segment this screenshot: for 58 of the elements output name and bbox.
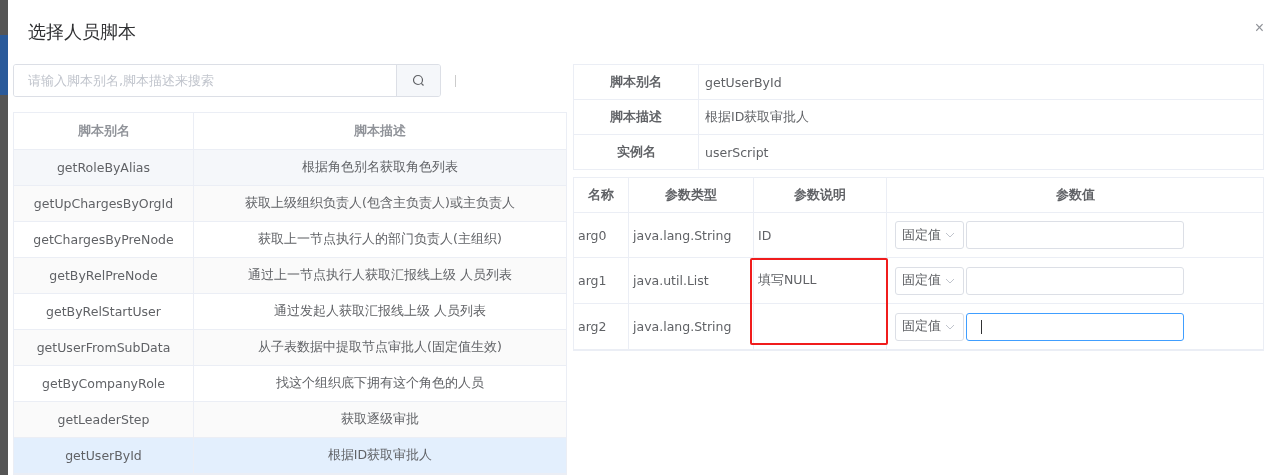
table-cell: arg1 [574,258,629,303]
search-field[interactable]: 请输入脚本别名,脚本描述来搜索 [13,64,441,97]
table-cell: 填写NULL [758,272,817,289]
script-row[interactable]: getLeaderStep 获取逐级审批 [14,402,566,438]
column-header: 名称 [574,178,629,212]
script-row[interactable]: getUserById 根据ID获取审批人 [14,438,566,474]
column-header: 脚本描述 [353,121,407,140]
script-row[interactable]: getByRelPreNode 通过上一节点执行人获取汇报线上级 人员列表 [14,258,566,294]
detail-value: userScript [704,143,770,162]
table-cell: arg2 [574,304,629,349]
detail-label: 实例名 [574,135,699,169]
mode-select[interactable]: 固定值 [895,312,964,341]
column-header: 参数说明 [754,178,887,212]
mode-select[interactable]: 固定值 [895,266,964,295]
detail-value: getUserById [704,73,783,92]
table-cell: getChargesByPreNode [14,222,194,257]
table-cell: getUpChargesByOrgId [14,186,194,221]
table-cell: getUserFromSubData [14,330,194,365]
table-cell: arg0 [574,213,629,257]
script-row[interactable]: getByRelStartUser 通过发起人获取汇报线上级 人员列表 [14,294,566,330]
column-header: 脚本别名 [14,113,194,149]
table-cell-text: 获取逐级审批 [340,410,420,428]
chevron-down-icon [945,323,955,330]
table-cell: getRoleByAlias [14,150,194,185]
search-icon [412,74,425,87]
table-cell: getLeaderStep [14,402,194,437]
script-row[interactable]: getByCompanyRole 找这个组织底下拥有这个角色的人员 [14,366,566,402]
column-header: 参数类型 [629,178,754,212]
table-cell: getUserById [14,438,194,473]
table-cell-text: 根据角色别名获取角色列表 [301,158,459,176]
script-row[interactable]: getUpChargesByOrgId 获取上级组织负责人(包含主负责人)或主负责人 [14,186,566,222]
dialog-title: 选择人员脚本 [28,20,136,44]
table-cell-text: 获取上级组织负责人(包含主负责人)或主负责人 [244,194,516,212]
table-cell-text: 从子表数据中提取节点审批人(固定值生效) [257,338,503,356]
table-cell-text: 根据ID获取审批人 [326,446,434,464]
chevron-down-icon [945,232,955,238]
column-header: 参数值 [1054,185,1096,204]
table-cell: ID [758,227,772,243]
chevron-down-icon [945,277,955,284]
table-cell: getByRelStartUser [14,294,194,329]
table-cell-text: 通过上一节点执行人获取汇报线上级 人员列表 [247,266,513,284]
table-cell: getByCompanyRole [14,366,194,401]
script-row[interactable]: getRoleByAlias 根据角色别名获取角色列表 [14,150,566,186]
table-cell-text: 获取上一节点执行人的部门负责人(主组织) [257,230,503,248]
value-input[interactable] [966,312,1184,341]
search-button[interactable] [396,65,440,96]
table-cell: java.lang.String [629,304,754,349]
script-row[interactable]: getUserFromSubData 从子表数据中提取节点审批人(固定值生效) [14,330,566,366]
table-cell-text: 找这个组织底下拥有这个角色的人员 [275,374,485,392]
table-cell-text: 通过发起人获取汇报线上级 人员列表 [273,302,487,320]
table-cell: java.lang.String [629,213,754,257]
table-cell: getByRelPreNode [14,258,194,293]
detail-label: 脚本别名 [574,65,699,99]
detail-value: 根据ID获取审批人 [704,107,811,126]
script-row[interactable]: getChargesByPreNode 获取上一节点执行人的部门负责人(主组织) [14,222,566,258]
table-cell: java.util.List [629,258,754,303]
mode-select[interactable]: 固定值 [895,221,964,249]
detail-label: 脚本描述 [574,100,699,134]
